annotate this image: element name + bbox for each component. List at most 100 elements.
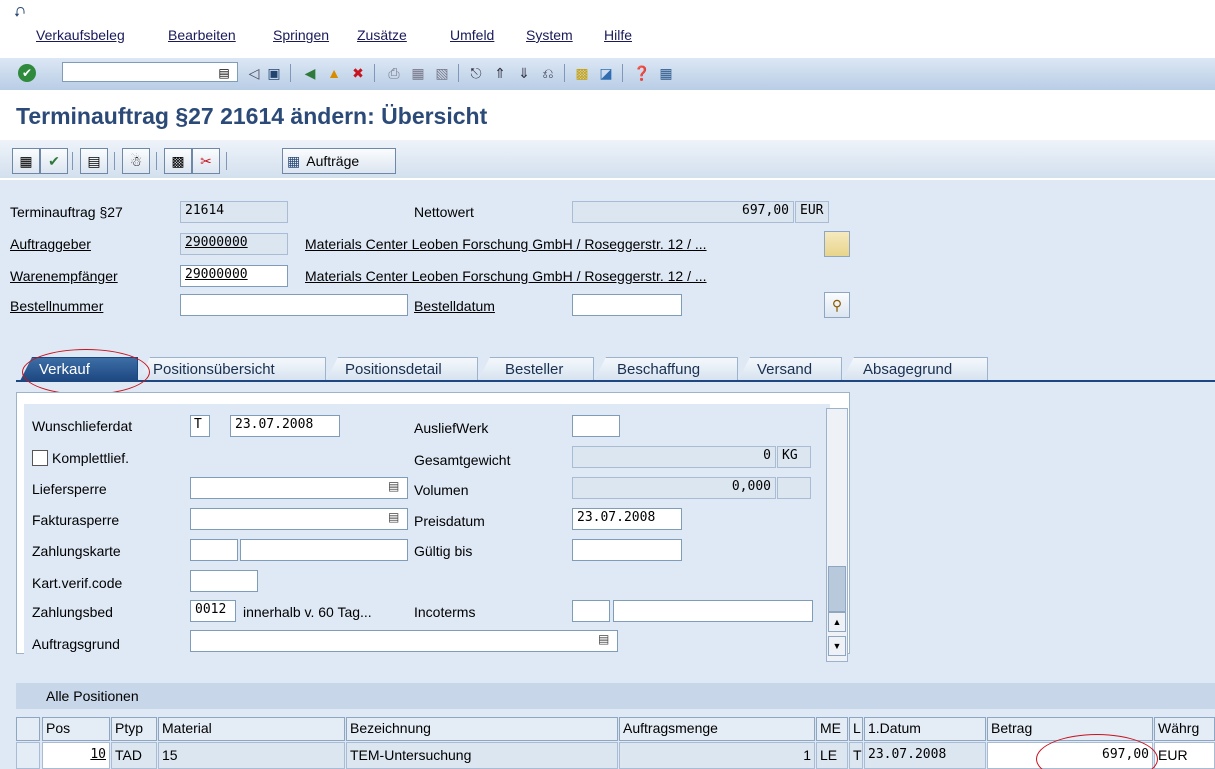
tab-versand[interactable]: Versand [738,357,842,381]
header-detail-icon[interactable]: ▤ [80,148,108,174]
system-menu-icon[interactable]: ⮏ [14,2,25,26]
find-icon[interactable]: ▦ [408,63,428,83]
order-number-field[interactable]: 21614 [180,201,288,223]
menu-hilfe[interactable]: Hilfe [604,27,632,43]
incoterms-field-1[interactable] [572,600,610,622]
save-icon[interactable]: ▣ [264,63,284,83]
cell-me[interactable]: LE [816,742,848,769]
cell-material[interactable]: 15 [158,742,345,769]
price-date-field[interactable]: 23.07.2008 [572,508,682,530]
delete-items-icon[interactable]: ✂ [192,148,220,174]
cell-bezeichnung[interactable]: TEM-Untersuchung [346,742,618,769]
cell-auftragsmenge[interactable]: 1 [619,742,815,769]
cell-waehrung[interactable]: EUR [1154,742,1215,769]
find-next-icon[interactable]: ▧ [432,63,452,83]
layout-menu-icon[interactable]: ▦ [656,63,676,83]
delivering-plant-field[interactable] [572,415,620,437]
menu-umfeld[interactable]: Umfeld [450,27,494,43]
menu-zusaetze[interactable]: Zusätze [357,27,407,43]
volume-unit-field[interactable] [777,477,811,499]
shortcut-icon[interactable]: ◪ [596,63,616,83]
command-field[interactable] [62,62,238,82]
tab-positionsuebersicht[interactable]: Positionsübersicht [138,357,326,381]
last-page-icon[interactable]: ⎌ [538,63,558,83]
display-document-flow-icon[interactable]: ▦ [12,148,40,174]
command-history-icon[interactable]: ▤ [214,63,234,83]
column-header-auftragsmenge[interactable]: Auftragsmenge [619,717,815,741]
req-date-type-field[interactable]: T [190,415,210,437]
dropdown-icon[interactable]: ▤ [388,510,399,524]
req-date-field[interactable]: 23.07.2008 [230,415,340,437]
partner-icon[interactable]: ☃ [122,148,150,174]
column-header-pos[interactable]: Pos [42,717,110,741]
delivery-block-field[interactable] [190,477,408,499]
select-all-column[interactable] [16,717,40,741]
column-header-l[interactable]: L. [849,717,863,741]
new-session-icon[interactable]: ▩ [572,63,592,83]
column-header-betrag[interactable]: Betrag [987,717,1153,741]
shipto-field[interactable]: 29000000 [180,265,288,287]
soldto-field[interactable]: 29000000 [180,233,288,255]
po-date-field[interactable] [572,294,682,316]
dropdown-icon[interactable]: ▤ [598,632,609,646]
document-icon[interactable] [824,231,850,257]
next-page-icon[interactable]: ⇓ [514,63,534,83]
back-arrow-icon[interactable]: ◁ [244,63,264,83]
tab-besteller[interactable]: Besteller [478,357,594,381]
total-weight-field[interactable]: 0 [572,446,776,468]
cancel-icon[interactable]: ✖ [348,63,368,83]
shipto-label[interactable]: Warenempfänger [10,268,118,284]
card-verification-field[interactable] [190,570,258,592]
tab-positionsdetail[interactable]: Positionsdetail [326,357,478,381]
column-header-waehrung[interactable]: Währg [1154,717,1215,741]
soldto-address-link[interactable]: Materials Center Leoben Forschung GmbH /… [305,236,815,252]
weight-unit-field[interactable]: KG [777,446,811,468]
help-icon[interactable]: ❓ [632,63,652,83]
menu-springen[interactable]: Springen [273,27,329,43]
payment-card-number-field[interactable] [240,539,408,561]
tab-beschaffung[interactable]: Beschaffung [594,357,738,381]
cell-betrag[interactable]: 697,00 [987,742,1153,769]
scroll-down-icon[interactable]: ▼ [828,636,846,656]
soldto-label[interactable]: Auftraggeber [10,236,91,252]
shipto-address-link[interactable]: Materials Center Leoben Forschung GmbH /… [305,268,815,284]
copy-items-icon[interactable]: ▩ [164,148,192,174]
row-selector[interactable] [16,742,40,769]
orders-button[interactable]: ▦ Aufträge [282,148,396,174]
first-page-icon[interactable]: ⎋ [466,63,486,83]
back-icon[interactable]: ◀ [300,63,320,83]
cell-ptyp[interactable]: TAD [111,742,157,769]
previous-page-icon[interactable]: ⇑ [490,63,510,83]
payment-terms-field[interactable]: 0012 [190,600,236,622]
billing-block-field[interactable] [190,508,408,530]
menu-bearbeiten[interactable]: Bearbeiten [168,27,236,43]
enter-icon[interactable]: ✔ [18,64,36,82]
menu-system[interactable]: System [526,27,573,43]
print-icon[interactable]: ⎙ [384,63,404,83]
exit-icon[interactable]: ▲ [324,63,344,83]
complete-delivery-checkbox[interactable] [32,450,48,466]
tab-absagegrund[interactable]: Absagegrund [842,357,988,381]
column-header-bezeichnung[interactable]: Bezeichnung [346,717,618,741]
volume-field[interactable]: 0,000 [572,477,776,499]
display-details-icon[interactable]: ⚲ [824,292,850,318]
net-currency-field[interactable]: EUR [795,201,829,223]
payment-card-type-field[interactable] [190,539,238,561]
order-reason-field[interactable] [190,630,618,652]
tab-verkauf[interactable]: Verkauf [20,357,138,381]
net-value-field[interactable]: 697,00 [572,201,794,223]
column-header-material[interactable]: Material [158,717,345,741]
po-number-field[interactable] [180,294,408,316]
dropdown-icon[interactable]: ▤ [388,479,399,493]
incoterms-field-2[interactable] [613,600,813,622]
scrollbar-thumb[interactable] [828,566,846,612]
status-overview-icon[interactable]: ✔ [40,148,68,174]
menu-verkaufsbeleg[interactable]: Verkaufsbeleg [36,27,125,43]
cell-datum[interactable]: 23.07.2008 [864,742,986,769]
valid-to-field[interactable] [572,539,682,561]
scroll-up-icon[interactable]: ▲ [828,612,846,632]
column-header-me[interactable]: ME [816,717,848,741]
column-header-ptyp[interactable]: Ptyp [111,717,157,741]
cell-pos[interactable]: 10 [42,742,110,769]
column-header-datum[interactable]: 1.Datum [864,717,986,741]
